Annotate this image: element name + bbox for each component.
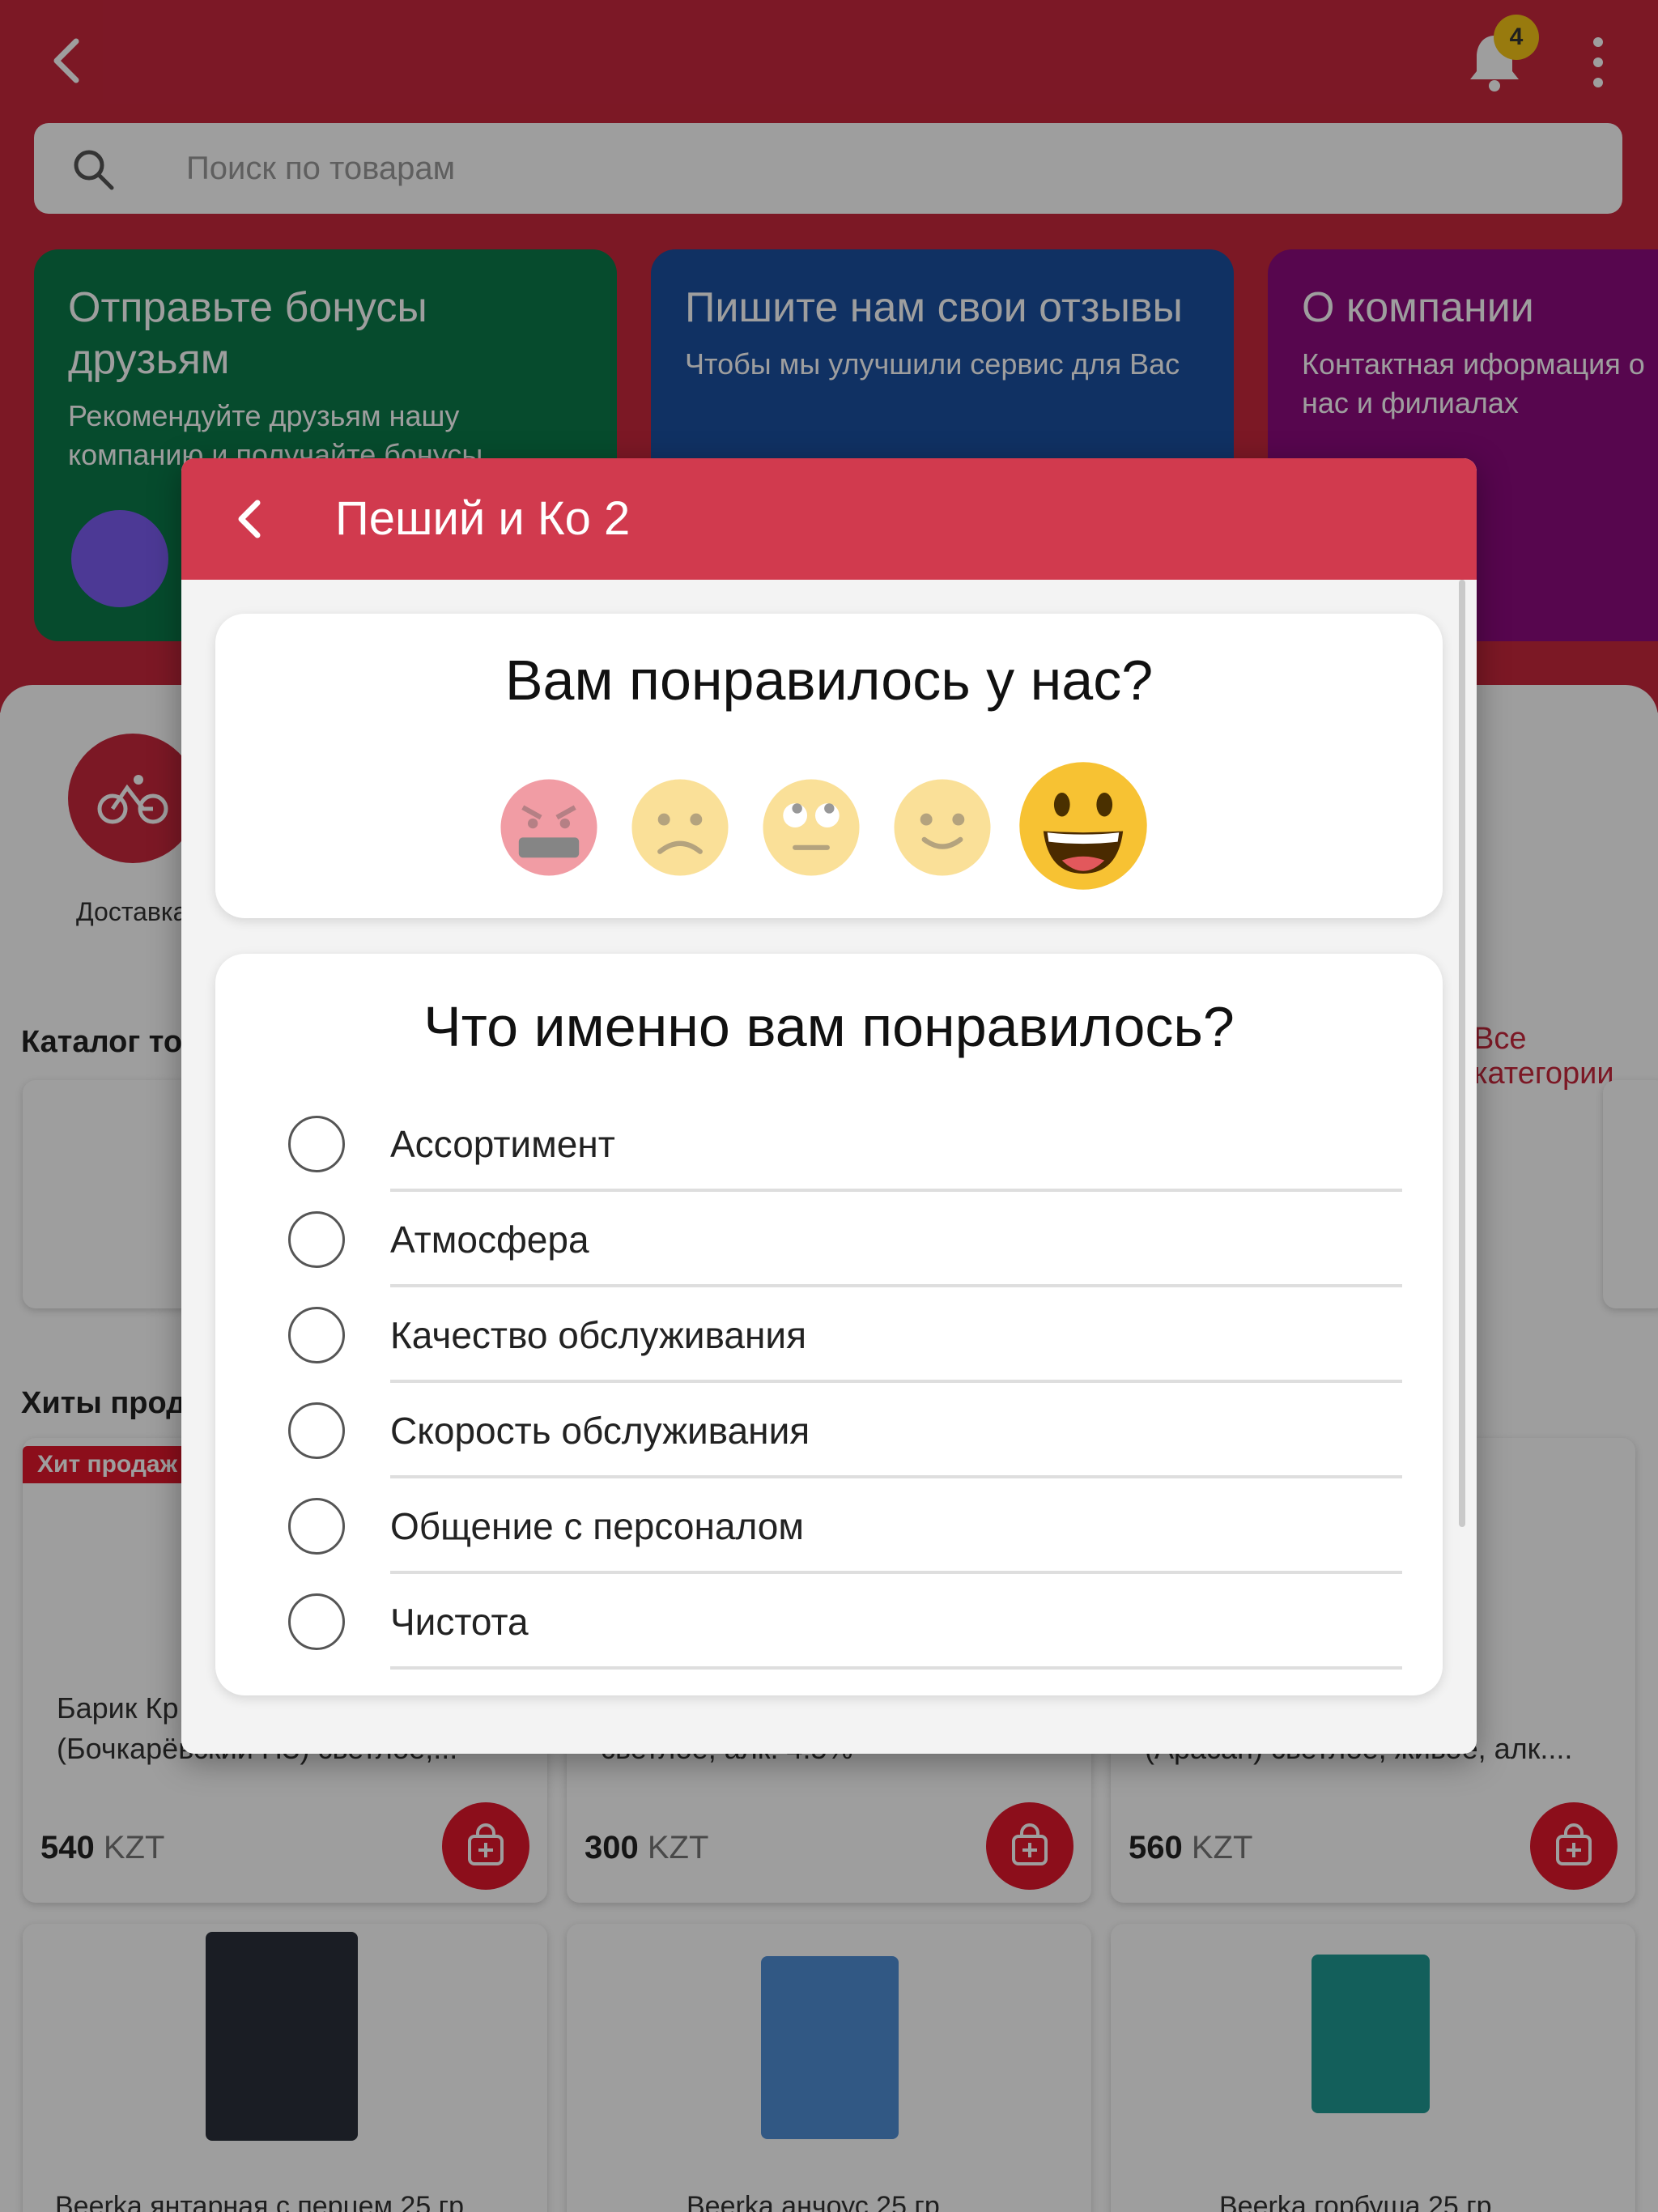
radio-button[interactable] bbox=[288, 1402, 345, 1459]
radio-button[interactable] bbox=[288, 1211, 345, 1268]
eye-roll-emoji-icon[interactable] bbox=[761, 777, 861, 878]
chevron-left-icon bbox=[238, 500, 261, 538]
radio-button[interactable] bbox=[288, 1593, 345, 1650]
angry-emoji-icon[interactable] bbox=[499, 777, 599, 878]
rating-question: Вам понравилось у нас? bbox=[504, 649, 1154, 712]
feedback-modal: Пеший и Ко 2 Вам понравилось у нас? Что … bbox=[181, 458, 1477, 1754]
option-staff-communication[interactable]: Общение с персоналом bbox=[288, 1478, 1402, 1574]
radio-button[interactable] bbox=[288, 1498, 345, 1555]
option-label: Скорость обслуживания bbox=[390, 1410, 810, 1452]
option-label: Чистота bbox=[390, 1601, 529, 1643]
option-service-quality[interactable]: Качество обслуживания bbox=[288, 1287, 1402, 1383]
slight-smile-emoji-icon[interactable] bbox=[892, 777, 993, 878]
modal-scrollbar[interactable] bbox=[1459, 580, 1465, 1527]
option-assortment[interactable]: Ассортимент bbox=[288, 1096, 1402, 1192]
option-service-speed[interactable]: Скорость обслуживания bbox=[288, 1383, 1402, 1478]
emoji-rating-row bbox=[499, 759, 1163, 897]
option-label: Ассортимент bbox=[390, 1123, 615, 1165]
option-label: Общение с персоналом bbox=[390, 1505, 805, 1547]
option-label: Качество обслуживания bbox=[390, 1314, 807, 1356]
sad-emoji-icon[interactable] bbox=[630, 777, 730, 878]
divider bbox=[390, 1666, 1402, 1670]
radio-button[interactable] bbox=[288, 1116, 345, 1172]
grin-emoji-icon[interactable] bbox=[1017, 759, 1150, 892]
modal-back-button[interactable] bbox=[220, 491, 277, 547]
radio-button[interactable] bbox=[288, 1307, 345, 1363]
details-question: Что именно вам понравилось? bbox=[423, 995, 1235, 1058]
modal-header: Пеший и Ко 2 bbox=[181, 458, 1477, 580]
option-cleanliness[interactable]: Чистота bbox=[288, 1574, 1402, 1670]
rating-card: Вам понравилось у нас? bbox=[215, 614, 1443, 918]
modal-title: Пеший и Ко 2 bbox=[335, 492, 631, 545]
option-atmosphere[interactable]: Атмосфера bbox=[288, 1192, 1402, 1287]
details-card: Что именно вам понравилось? Ассортимент … bbox=[215, 954, 1443, 1695]
option-label: Атмосфера bbox=[390, 1219, 589, 1261]
